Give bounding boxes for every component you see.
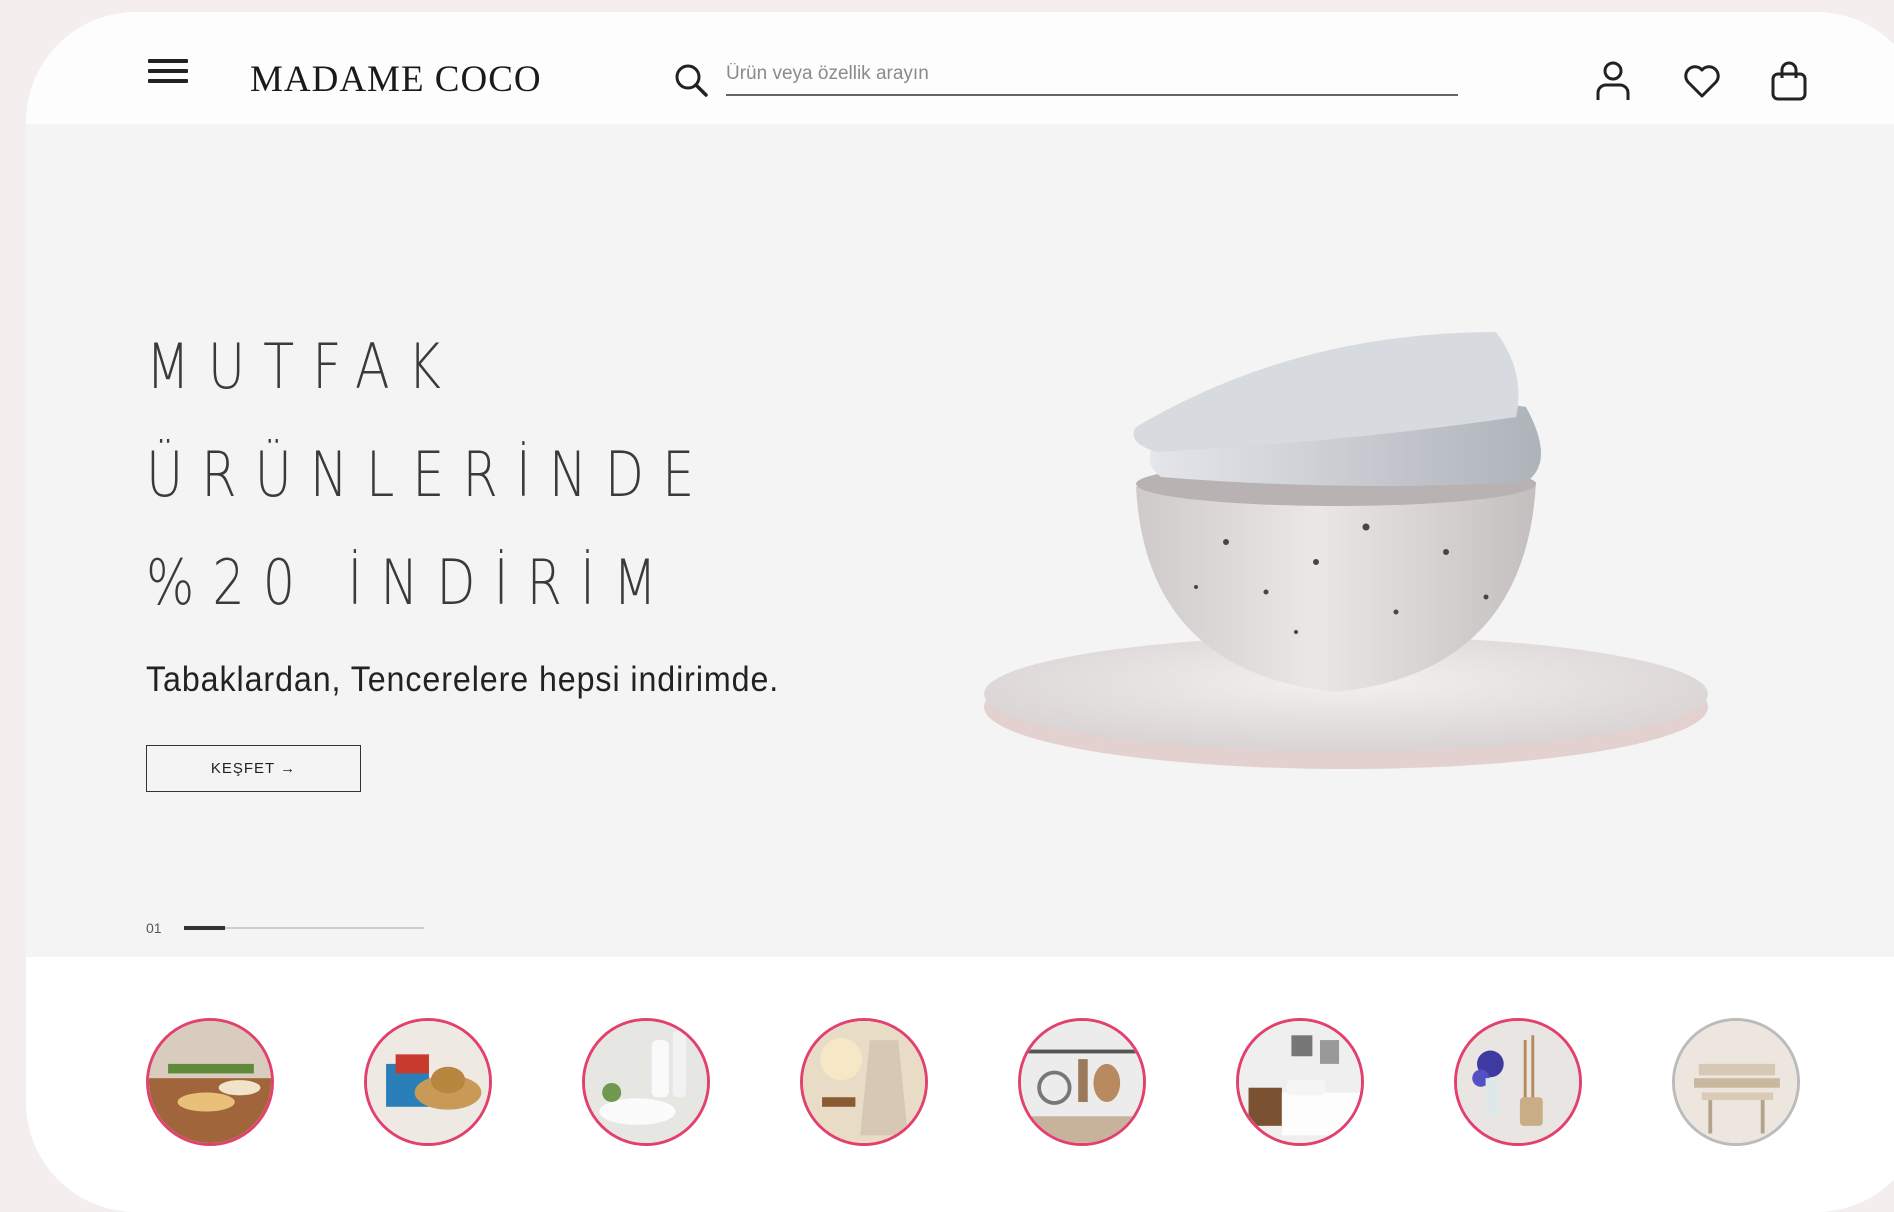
site-logo[interactable]: MADAME COCO [250,58,542,101]
bathrobe-image [803,1021,925,1143]
bath-towels-image [585,1021,707,1143]
slider-progress [184,926,225,930]
category-bathrobe[interactable] [800,1018,928,1146]
menu-icon[interactable] [148,59,188,87]
page-frame: MADAME COCO MUTFAK ÜRÜNLERİNDE %20 İNDİR… [26,12,1894,1212]
category-bath[interactable] [582,1018,710,1146]
bowl-plate-image [984,332,1708,769]
bedroom-image [1239,1021,1361,1143]
category-beach[interactable] [364,1018,492,1146]
hero-title-line-3: %20 İNDİRİM [146,546,675,619]
search-icon[interactable] [673,62,709,98]
category-bedroom[interactable] [1236,1018,1364,1146]
site-header: MADAME COCO [26,12,1894,124]
category-strip [26,957,1894,1212]
decor-vase-image [1457,1021,1579,1143]
hero-title-line-2: ÜRÜNLERİNDE [146,438,713,511]
category-living-room[interactable] [1672,1018,1800,1146]
kitchen-utensils-image [1021,1021,1143,1143]
heart-icon[interactable] [1682,60,1722,102]
category-kitchen[interactable] [1018,1018,1146,1146]
beach-hat-image [367,1021,489,1143]
category-decor[interactable] [1454,1018,1582,1146]
hero-subtitle: Tabaklardan, Tencerelere hepsi indirimde… [146,660,780,699]
living-room-image [1675,1021,1797,1143]
bag-icon[interactable] [1769,60,1809,102]
discover-button[interactable]: KEŞFET → [146,745,361,792]
user-icon[interactable] [1593,60,1633,102]
table-setting-image [149,1021,271,1143]
hero-title-line-1: MUTFAK [146,330,460,403]
category-table-setting[interactable] [146,1018,274,1146]
slide-number: 01 [146,920,162,936]
search-input[interactable] [726,54,1458,96]
